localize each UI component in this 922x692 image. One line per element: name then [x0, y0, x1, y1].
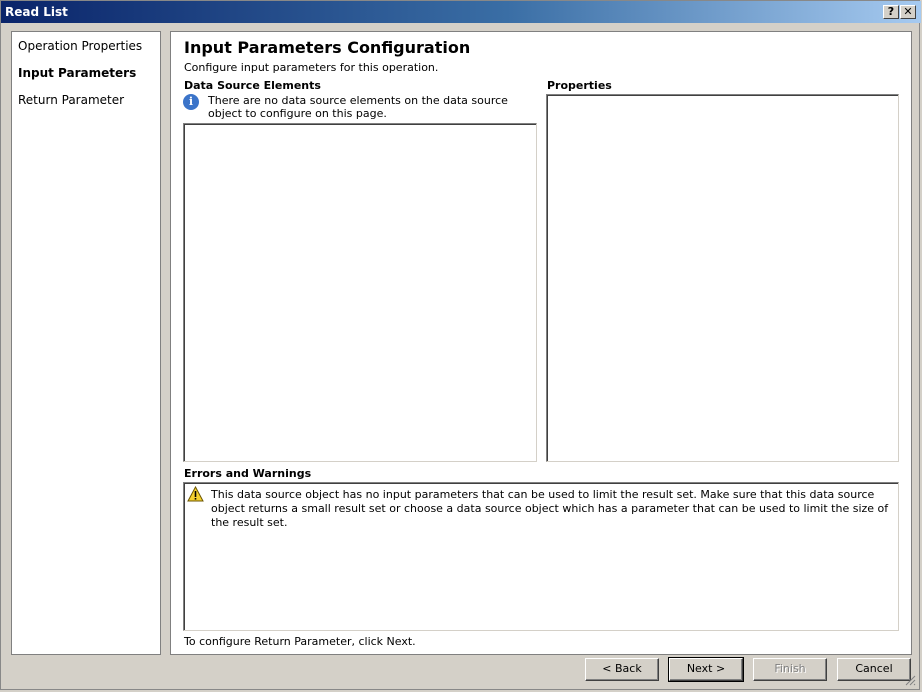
next-button[interactable]: Next >	[668, 657, 744, 682]
nav-item-input-parameters[interactable]: Input Parameters	[18, 66, 136, 80]
cancel-button[interactable]: Cancel	[837, 658, 911, 681]
info-icon: i	[183, 94, 199, 110]
warning-icon	[187, 486, 204, 502]
back-button[interactable]: < Back	[585, 658, 659, 681]
data-source-elements-list[interactable]	[183, 123, 537, 462]
dialog-window: Read List ? ✕ Operation Properties Input…	[0, 0, 921, 690]
errors-warnings-label: Errors and Warnings	[184, 467, 312, 480]
help-icon: ?	[887, 5, 895, 18]
window-title: Read List	[5, 5, 68, 19]
nav-item-return-parameter[interactable]: Return Parameter	[18, 93, 124, 107]
info-message: There are no data source elements on the…	[208, 94, 508, 120]
warning-message: This data source object has no input par…	[211, 488, 889, 529]
errors-warnings-list[interactable]: This data source object has no input par…	[183, 482, 899, 631]
nav-item-operation-properties[interactable]: Operation Properties	[18, 39, 142, 53]
properties-label: Properties	[547, 79, 612, 92]
properties-grid[interactable]	[546, 94, 899, 462]
close-icon: ✕	[903, 5, 913, 18]
wizard-nav-panel: Operation Properties Input Parameters Re…	[11, 31, 161, 655]
page-title: Input Parameters Configuration	[184, 38, 471, 57]
content-panel: Input Parameters Configuration Configure…	[170, 31, 912, 655]
finish-button[interactable]: Finish	[753, 658, 827, 681]
resize-grip-icon[interactable]	[904, 674, 916, 686]
footer-hint: To configure Return Parameter, click Nex…	[184, 635, 416, 648]
page-subtitle: Configure input parameters for this oper…	[184, 61, 439, 74]
title-bar[interactable]: Read List ? ✕	[1, 1, 921, 23]
close-button[interactable]: ✕	[900, 5, 916, 19]
data-source-elements-label: Data Source Elements	[184, 79, 321, 92]
help-button[interactable]: ?	[883, 5, 899, 19]
